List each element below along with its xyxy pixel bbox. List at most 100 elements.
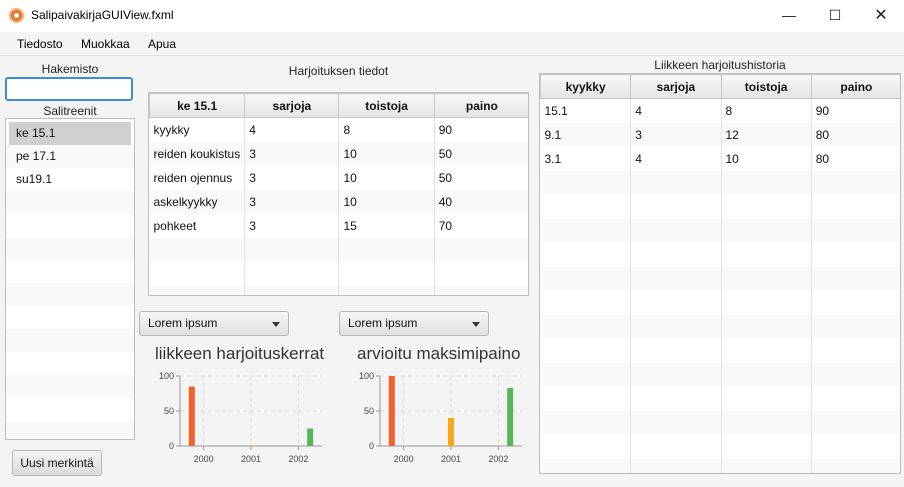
table-row[interactable]: 15.1 4 8 90 xyxy=(540,98,900,123)
list-empty-row xyxy=(6,375,134,398)
table-cell: 90 xyxy=(434,117,528,142)
table-row[interactable]: askelkyykky 3 10 40 xyxy=(149,189,528,214)
table-cell xyxy=(338,261,435,286)
column-header[interactable]: kyykky xyxy=(540,74,632,99)
table-cell xyxy=(630,170,722,195)
table-cell xyxy=(811,170,900,195)
table-cell xyxy=(540,386,632,411)
column-header[interactable]: sarjoja xyxy=(244,93,340,118)
table-cell xyxy=(721,218,812,243)
app-logo-icon xyxy=(9,8,24,23)
table-cell: 70 xyxy=(434,213,528,238)
table-cell xyxy=(721,314,812,339)
table-cell xyxy=(811,410,900,435)
table-cell xyxy=(811,386,900,411)
workout-list[interactable]: ke 15.1 pe 17.1 su19.1 xyxy=(5,118,135,440)
list-empty-row xyxy=(6,260,134,283)
table-row[interactable]: kyykky 4 8 90 xyxy=(149,117,528,142)
table-cell xyxy=(338,285,435,295)
table-cell xyxy=(540,434,632,459)
list-empty-row xyxy=(6,191,134,214)
list-empty-row xyxy=(6,421,134,439)
x-tick-label: 2002 xyxy=(288,454,308,464)
table-cell: 10 xyxy=(338,141,435,166)
table-cell xyxy=(721,242,812,267)
table-cell: 3 xyxy=(630,122,722,147)
table-cell: pohkeet xyxy=(149,213,246,238)
table-cell xyxy=(149,261,246,286)
menu-bar: Tiedosto Muokkaa Apua xyxy=(0,32,904,56)
empty-row xyxy=(540,434,900,459)
table-row[interactable]: 9.1 3 12 80 xyxy=(540,122,900,147)
table-cell xyxy=(540,266,632,291)
new-entry-button[interactable]: Uusi merkintä xyxy=(12,450,102,476)
list-empty-row xyxy=(6,237,134,260)
table-cell xyxy=(630,386,722,411)
table-row[interactable]: 3.1 4 10 80 xyxy=(540,146,900,171)
table-cell xyxy=(630,362,722,387)
close-button[interactable]: ✕ xyxy=(858,0,904,32)
table-cell xyxy=(149,237,246,262)
column-header[interactable]: sarjoja xyxy=(630,74,722,99)
chevron-down-icon xyxy=(472,322,480,327)
chart-title-sessions: liikkeen harjoituskerrat xyxy=(155,344,325,363)
minimize-button[interactable]: — xyxy=(766,0,812,32)
column-header[interactable]: toistoja xyxy=(338,93,435,118)
search-input[interactable] xyxy=(5,77,133,101)
workout-table[interactable]: ke 15.1 sarjoja toistoja paino kyykky 4 8 90 re… xyxy=(148,92,529,296)
table-cell xyxy=(721,194,812,219)
list-item[interactable]: su19.1 xyxy=(6,168,134,191)
table-cell xyxy=(811,218,900,243)
list-item[interactable]: pe 17.1 xyxy=(6,145,134,168)
table-cell: 12 xyxy=(721,122,812,147)
column-header[interactable]: paino xyxy=(433,93,528,118)
bar xyxy=(307,428,314,446)
table-cell xyxy=(811,314,900,339)
empty-row xyxy=(540,290,900,315)
chevron-down-icon xyxy=(272,322,280,327)
list-item[interactable]: ke 15.1 xyxy=(9,122,131,145)
empty-row xyxy=(540,194,900,219)
column-header[interactable]: ke 15.1 xyxy=(149,93,246,118)
menu-apua[interactable]: Apua xyxy=(148,37,176,51)
sessions-bar-chart: 0 50 100 2000 2001 2002 xyxy=(159,371,322,464)
empty-row xyxy=(540,458,900,473)
table-cell: 3 xyxy=(244,189,340,214)
table-cell: 4 xyxy=(630,146,722,171)
chart-select-left[interactable]: Lorem ipsum xyxy=(139,311,289,336)
x-tick-label: 2002 xyxy=(488,454,508,464)
maximize-button[interactable]: ☐ xyxy=(812,0,858,32)
table-cell xyxy=(811,194,900,219)
menu-muokkaa[interactable]: Muokkaa xyxy=(81,37,130,51)
chart-select-right[interactable]: Lorem ipsum xyxy=(339,311,489,336)
x-tick-label: 2000 xyxy=(394,454,414,464)
table-cell: 80 xyxy=(811,122,900,147)
table-cell xyxy=(630,266,722,291)
table-row[interactable]: pohkeet 3 15 70 xyxy=(149,213,528,238)
bar xyxy=(388,376,395,446)
empty-row xyxy=(540,266,900,291)
window-title: SalipaivakirjaGUIView.fxml xyxy=(31,8,174,22)
empty-row xyxy=(540,386,900,411)
x-tick-label: 2000 xyxy=(194,454,214,464)
y-tick-label: 100 xyxy=(159,371,174,381)
directory-label: Hakemisto xyxy=(41,62,99,76)
history-title: Liikkeen harjoitushistoria xyxy=(654,58,786,72)
table-cell xyxy=(630,290,722,315)
table-row[interactable]: reiden ojennus 3 10 50 xyxy=(149,165,528,190)
table-cell: 3 xyxy=(244,141,340,166)
table-cell xyxy=(540,242,632,267)
history-table[interactable]: kyykky sarjoja toistoja paino 15.1 4 8 90 9.1 3 1… xyxy=(539,73,901,474)
column-header[interactable]: paino xyxy=(810,74,900,99)
y-tick-label: 0 xyxy=(169,441,174,451)
empty-row xyxy=(149,285,528,295)
empty-row xyxy=(149,237,528,262)
table-row[interactable]: reiden koukistus 3 10 50 xyxy=(149,141,528,166)
bar xyxy=(188,386,195,446)
menu-tiedosto[interactable]: Tiedosto xyxy=(17,37,63,51)
table-cell xyxy=(721,266,812,291)
column-header[interactable]: toistoja xyxy=(720,74,812,99)
table-cell: askelkyykky xyxy=(149,189,246,214)
table-cell xyxy=(244,237,340,262)
table-cell xyxy=(434,237,528,262)
